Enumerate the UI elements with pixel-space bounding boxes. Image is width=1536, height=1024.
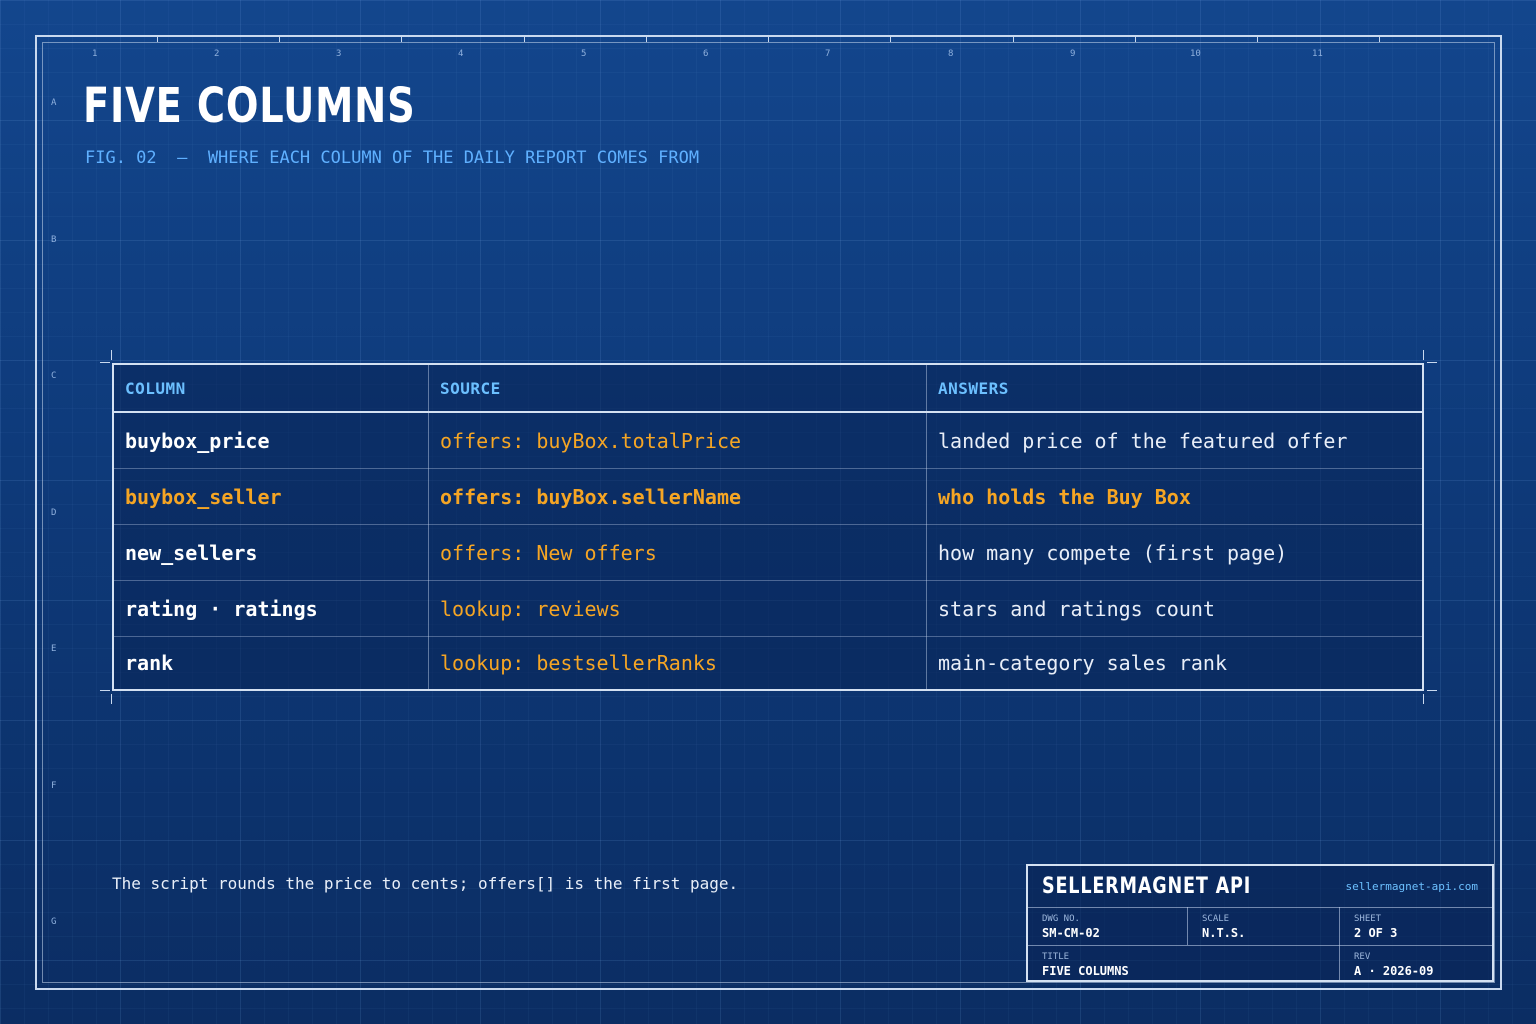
grid-column-number: 9	[1070, 49, 1076, 59]
title-block-divider	[1339, 907, 1340, 980]
grid-column-number: 1	[92, 49, 98, 59]
grid-column-number: 8	[948, 49, 954, 59]
column-name: rank	[125, 651, 174, 675]
column-source-table: COLUMN SOURCE ANSWERS buybox_price offer…	[112, 363, 1424, 691]
grid-row-letter: D	[51, 508, 57, 518]
footnote: The script rounds the price to cents; of…	[112, 874, 739, 893]
grid-tick	[890, 36, 891, 42]
grid-row-letter: C	[51, 371, 57, 381]
column-source: lookup: bestsellerRanks	[440, 651, 717, 675]
grid-tick	[1257, 36, 1258, 42]
column-source: lookup: reviews	[440, 596, 621, 621]
grid-column-number: 10	[1190, 49, 1201, 59]
column-answer: stars and ratings count	[938, 596, 1215, 621]
grid-tick	[401, 36, 402, 42]
grid-tick	[279, 36, 280, 42]
dwg-no-value: SM-CM-02	[1042, 926, 1100, 940]
scale-label: SCALE	[1202, 914, 1230, 924]
column-answer: landed price of the featured offer	[938, 428, 1348, 453]
figure-caption: FIG. 02 — WHERE EACH COLUMN OF THE DAILY…	[85, 148, 700, 168]
table-row: buybox_price offers: buyBox.totalPrice l…	[114, 413, 1422, 469]
registration-mark	[1427, 362, 1437, 363]
column-source: offers: buyBox.totalPrice	[440, 428, 742, 453]
grid-column-number: 6	[703, 49, 709, 59]
column-source: offers: buyBox.sellerName	[440, 484, 742, 509]
registration-mark	[111, 694, 112, 704]
rev-label: REV	[1354, 952, 1371, 962]
registration-mark	[100, 362, 110, 363]
column-source: offers: New offers	[440, 540, 657, 565]
header-source: SOURCE	[440, 378, 501, 398]
grid-column-number: 5	[581, 49, 587, 59]
table-row: rank lookup: bestsellerRanks main-catego…	[114, 637, 1422, 689]
column-name: rating · ratings	[125, 596, 318, 621]
registration-mark	[111, 350, 112, 360]
header-column: COLUMN	[125, 378, 186, 398]
grid-row-letter: G	[51, 917, 57, 927]
brand-name: SELLERMAGNET API	[1042, 874, 1252, 899]
rev-value: A · 2026-09	[1354, 964, 1434, 978]
brand-url: sellermagnet-api.com	[1345, 880, 1478, 893]
registration-mark	[100, 690, 110, 691]
column-name: buybox_price	[125, 428, 270, 453]
table-row-highlighted: buybox_seller offers: buyBox.sellerName …	[114, 469, 1422, 525]
grid-tick	[1013, 36, 1014, 42]
title-label: TITLE	[1042, 952, 1070, 962]
page-title: FIVE COLUMNS	[83, 78, 416, 134]
grid-tick	[646, 36, 647, 42]
grid-tick	[1135, 36, 1136, 42]
grid-row-letter: E	[51, 644, 57, 654]
scale-value: N.T.S.	[1202, 926, 1246, 940]
grid-tick	[1379, 36, 1380, 42]
title-block-divider	[1187, 907, 1188, 945]
registration-mark	[1423, 350, 1424, 360]
grid-tick	[768, 36, 769, 42]
header-answers: ANSWERS	[938, 378, 1009, 398]
title-block-divider	[1028, 907, 1492, 908]
column-name: buybox_seller	[125, 484, 282, 509]
grid-column-number: 2	[214, 49, 220, 59]
table-row: new_sellers offers: New offers how many …	[114, 525, 1422, 581]
grid-column-number: 4	[458, 49, 464, 59]
grid-row-letter: F	[51, 781, 57, 791]
dwg-no-label: DWG NO.	[1042, 914, 1080, 924]
table-row: rating · ratings lookup: reviews stars a…	[114, 581, 1422, 637]
grid-column-number: 7	[825, 49, 831, 59]
grid-column-number: 3	[336, 49, 342, 59]
grid-row-letter: A	[51, 98, 57, 108]
column-answer: main-category sales rank	[938, 651, 1227, 675]
column-answer: how many compete (first page)	[938, 540, 1288, 565]
title-block-divider	[1028, 945, 1492, 946]
column-answer: who holds the Buy Box	[938, 484, 1191, 509]
grid-row-letter: B	[51, 235, 57, 245]
title-value: FIVE COLUMNS	[1042, 964, 1129, 978]
grid-tick	[157, 36, 158, 42]
registration-mark	[1423, 694, 1424, 704]
grid-column-number: 11	[1312, 49, 1323, 59]
title-block: SELLERMAGNET API sellermagnet-api.com DW…	[1026, 864, 1494, 982]
table-header-row: COLUMN SOURCE ANSWERS	[114, 365, 1422, 413]
sheet-label: SHEET	[1354, 914, 1382, 924]
sheet-value: 2 OF 3	[1354, 926, 1398, 940]
registration-mark	[1427, 690, 1437, 691]
column-name: new_sellers	[125, 540, 258, 565]
grid-tick	[524, 36, 525, 42]
